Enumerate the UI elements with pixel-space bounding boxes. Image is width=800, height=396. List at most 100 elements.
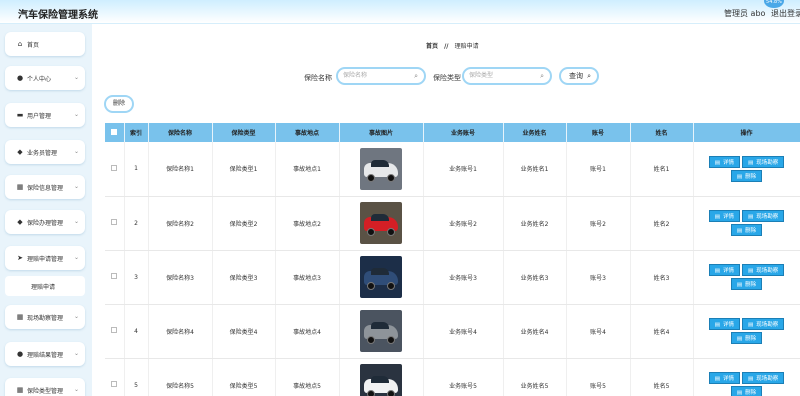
insurance-type-input[interactable]: 保险类型 ⌕ (462, 67, 552, 85)
cell-agent-account: 业务账号5 (423, 358, 504, 396)
cell-agent-name: 业务姓名2 (503, 196, 567, 251)
sidebar-subitem-claim-application[interactable]: 理赔申请 (5, 276, 85, 296)
sidebar-item[interactable]: ▦ 保险类型管理 ⌄ (5, 378, 85, 396)
chevron-down-icon: ⌄ (73, 111, 79, 118)
insurance-name-label: 保险名称 (304, 74, 332, 82)
document-icon: ▤ (748, 159, 754, 166)
detail-button[interactable]: ▤ 详情 (708, 372, 740, 384)
row-delete-button-label: 删除 (745, 282, 757, 288)
detail-button[interactable]: ▤ 详情 (708, 318, 740, 330)
row-delete-button[interactable]: ▤ 删除 (730, 169, 763, 182)
accident-car-image[interactable] (360, 310, 402, 352)
column-header: 事故图片 (339, 123, 424, 142)
sidebar-item[interactable]: ▬ 用户管理 ⌄ (5, 103, 85, 127)
insurance-type-label: 保险类型 (433, 74, 461, 82)
insurance-name-input[interactable]: 保险名称 ⌕ (336, 67, 426, 85)
row-delete-button[interactable]: ▤ 删除 (730, 224, 763, 236)
send-icon: ➤ (17, 254, 23, 262)
survey-button[interactable]: ▤ 现场勘察 (742, 210, 785, 222)
document-icon: ▤ (748, 376, 754, 382)
table-header-row: 索引 保险名称 保险类型 事故地点 事故图片 业务账号 业务姓名 账号 姓名 操… (105, 123, 800, 142)
app-title: 汽车保险管理系统 (18, 10, 98, 21)
table-row[interactable]: 2 保险名称2 保险类型2 事故地点2 业务账号2 业务姓名2 账号2 姓名2 ▤ 详情 ▤ 现场勘察… (105, 196, 800, 251)
cell-place: 事故地点2 (275, 196, 340, 251)
sidebar-item[interactable]: ◆ 业务员管理 ⌄ (5, 140, 85, 164)
logout-link[interactable]: 退出登录 (771, 8, 800, 19)
chevron-down-icon: ⌄ (73, 350, 79, 357)
select-all-checkbox[interactable] (111, 128, 118, 135)
sidebar-item[interactable]: ⌂ 首页 (5, 32, 85, 56)
sidebar-item[interactable]: ▦ 保险信息管理 ⌄ (5, 175, 85, 199)
accident-car-image[interactable] (360, 147, 402, 190)
document-icon: ▤ (714, 214, 720, 220)
breadcrumb-home[interactable]: 首页 (426, 43, 438, 50)
table-row[interactable]: 1 保险名称1 保险类型1 事故地点1 业务账号1 业务姓名1 账号1 姓名1 ▤ 详情 ▤ 现场勘察… (105, 142, 800, 197)
table-row[interactable]: 3 保险名称3 保险类型3 事故地点3 业务账号3 业务姓名3 账号3 姓名3 ▤ 详情 ▤ 现场勘察… (105, 250, 800, 305)
detail-button-label: 详情 (722, 159, 734, 166)
chevron-down-icon: ⌄ (73, 148, 79, 155)
survey-button[interactable]: ▤ 现场勘察 (742, 155, 785, 168)
cell-agent-account: 业务账号3 (423, 250, 504, 305)
sidebar-item[interactable]: ◆ 保险办理管理 ⌄ (5, 210, 85, 234)
sidebar-item[interactable]: ● 理赔结果管理 ⌄ (5, 342, 85, 366)
select-all-cell[interactable] (105, 123, 125, 142)
row-checkbox[interactable] (111, 381, 118, 387)
accident-image-cell (339, 196, 424, 251)
accident-image-cell (339, 142, 424, 197)
row-checkbox[interactable] (111, 273, 118, 279)
sidebar-item-label: 理赔结果管理 (27, 352, 64, 359)
delete-button[interactable]: 删除 (104, 95, 134, 113)
chevron-down-icon: ⌄ (73, 74, 79, 81)
document-icon: ▤ (748, 214, 754, 220)
document-icon: ▤ (714, 376, 720, 382)
top-bar: 汽车保险管理系统 管理员 abo 退出登录 54.8% (0, 0, 800, 24)
sidebar-item[interactable]: ➤ 理赔申请管理 ⌄ (5, 246, 85, 270)
row-select-cell[interactable] (105, 196, 125, 251)
row-select-cell[interactable] (105, 250, 125, 305)
row-delete-button[interactable]: ▤ 删除 (730, 386, 763, 396)
search-button[interactable]: 查询 ⌕ (559, 67, 599, 85)
cell-agent-account: 业务账号4 (423, 304, 504, 359)
cell-person: 姓名5 (630, 358, 694, 396)
cell-agent-account: 业务账号2 (423, 196, 504, 251)
accident-image-cell (339, 250, 424, 305)
sidebar-item-label: 首页 (27, 42, 40, 49)
accident-car-image[interactable] (360, 202, 402, 244)
cell-account: 账号5 (566, 358, 631, 396)
row-checkbox[interactable] (111, 327, 118, 333)
cell-agent-name: 业务姓名4 (503, 304, 567, 359)
row-select-cell[interactable] (105, 358, 125, 396)
cell-person: 姓名4 (630, 304, 694, 359)
accident-car-image[interactable] (360, 364, 402, 396)
survey-button[interactable]: ▤ 现场勘察 (742, 372, 785, 384)
detail-button[interactable]: ▤ 详情 (708, 210, 740, 222)
survey-button[interactable]: ▤ 现场勘察 (742, 264, 785, 276)
row-checkbox[interactable] (111, 164, 118, 171)
detail-button[interactable]: ▤ 详情 (708, 264, 740, 276)
cell-index: 5 (124, 358, 149, 396)
sidebar-item-label: 用户管理 (27, 113, 52, 120)
accident-image-cell (339, 304, 424, 359)
detail-button[interactable]: ▤ 详情 (708, 155, 740, 168)
row-checkbox[interactable] (111, 219, 118, 225)
sidebar-item[interactable]: ▦ 现场勘察管理 ⌄ (5, 305, 85, 329)
row-select-cell[interactable] (105, 304, 125, 359)
row-delete-button[interactable]: ▤ 删除 (730, 278, 763, 290)
cell-name: 保险名称2 (148, 196, 213, 251)
cell-place: 事故地点4 (275, 304, 340, 359)
cell-index: 2 (124, 196, 149, 251)
row-delete-button[interactable]: ▤ 删除 (730, 332, 763, 344)
table-row[interactable]: 5 保险名称5 保险类型5 事故地点5 业务账号5 业务姓名5 账号5 姓名5 ▤ 详情 ▤ 现场勘察… (105, 358, 800, 396)
chevron-down-icon: ⌄ (73, 254, 79, 261)
survey-button[interactable]: ▤ 现场勘察 (742, 318, 785, 330)
document-icon: ▤ (714, 268, 720, 274)
cell-type: 保险类型1 (212, 142, 276, 197)
cell-person: 姓名1 (630, 142, 694, 197)
table-row[interactable]: 4 保险名称4 保险类型4 事故地点4 业务账号4 业务姓名4 账号4 姓名4 ▤ 详情 ▤ 现场勘察… (105, 304, 800, 359)
cell-agent-name: 业务姓名1 (503, 142, 567, 197)
sidebar-item-label: 个人中心 (27, 76, 52, 83)
accident-car-image[interactable] (360, 256, 402, 298)
row-select-cell[interactable] (105, 142, 125, 197)
avatar: 54.8% (764, 0, 784, 8)
sidebar-item[interactable]: ● 个人中心 ⌄ (5, 66, 85, 90)
